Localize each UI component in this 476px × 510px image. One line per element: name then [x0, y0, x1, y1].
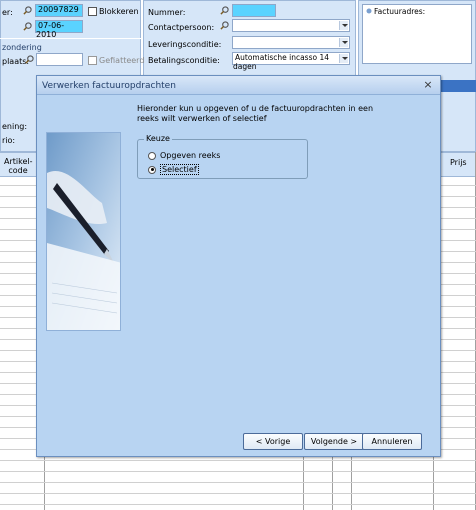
table-row-line [0, 504, 476, 505]
radio-opgeven-reeks[interactable] [148, 151, 156, 160]
keuze-groupbox: Keuze Opgeven reeks Selectief [137, 134, 308, 179]
ening-label: ening: [2, 122, 28, 131]
nummer-label: Nummer: [148, 8, 186, 17]
table-row-line [0, 493, 476, 494]
nummer-field[interactable] [232, 4, 276, 17]
betalingsconditie-label: Betalingsconditie: [148, 56, 220, 65]
chevron-down-icon[interactable] [339, 54, 348, 63]
chevron-down-icon[interactable] [339, 38, 348, 47]
contactpersoon-search-icon[interactable] [220, 21, 229, 30]
option-selectief-label: Selectief [160, 164, 199, 175]
rio-label: rio: [2, 136, 16, 145]
calendar-search-icon[interactable] [23, 22, 32, 31]
plaats-input[interactable] [36, 53, 83, 66]
blokkeren-label: Blokkeren [99, 7, 139, 16]
next-button[interactable]: Volgende > [304, 433, 364, 450]
plaats-search-icon[interactable] [25, 55, 34, 64]
leveringsconditie-select[interactable] [232, 36, 350, 49]
zondering-label: zondering [2, 43, 42, 52]
table-row-line [0, 460, 476, 461]
keuze-legend: Keuze [144, 134, 172, 143]
factuuradres-label: Factuuradres: [374, 7, 426, 16]
wizard-pen-image [46, 132, 121, 331]
contactpersoon-select[interactable] [232, 19, 350, 32]
nummer-search-icon[interactable] [220, 6, 229, 15]
option-opgeven-reeks[interactable]: Opgeven reeks [148, 150, 220, 161]
address-icon [366, 8, 372, 14]
dialog-intro-text: Hieronder kun u opgeven of u de factuuro… [137, 104, 374, 123]
betalingsconditie-select[interactable]: Automatische incasso 14 dagen [232, 52, 350, 71]
dialog-title-bar[interactable]: Verwerken factuuropdrachten × [37, 76, 440, 95]
blokkeren-checkbox[interactable] [88, 7, 97, 16]
option-selectief[interactable]: Selectief [148, 164, 199, 175]
number-value: 20097829 [38, 5, 79, 14]
table-row-line [0, 471, 476, 472]
field-1-label: er: [2, 8, 13, 17]
factuuradres-box[interactable]: Factuuradres: [362, 4, 472, 64]
gefiatteerd-checkbox[interactable] [88, 56, 97, 65]
back-button[interactable]: < Vorige [243, 433, 303, 450]
col-artikelcode-header[interactable]: Artikel- code [4, 157, 33, 175]
date-field[interactable]: 07-06-2010 [35, 20, 83, 39]
left-separator [0, 38, 141, 39]
radio-selectief[interactable] [148, 165, 156, 174]
cancel-button[interactable]: Annuleren [362, 433, 422, 450]
search-icon[interactable] [23, 6, 32, 15]
gefiatteerd-label: Gefiatteerd [99, 56, 145, 65]
col-prijs-header[interactable]: Prijs [450, 158, 467, 167]
leveringsconditie-label: Leveringsconditie: [148, 40, 222, 49]
close-icon[interactable]: × [422, 79, 434, 91]
contactpersoon-label: Contactpersoon: [148, 23, 215, 32]
verwerken-dialog: Verwerken factuuropdrachten × Hieronder … [36, 75, 441, 457]
table-row-line [0, 482, 476, 483]
dialog-title: Verwerken factuuropdrachten [42, 81, 176, 91]
number-field[interactable]: 20097829 [35, 4, 83, 17]
chevron-down-icon[interactable] [339, 21, 348, 30]
option-opgeven-reeks-label: Opgeven reeks [160, 151, 221, 160]
